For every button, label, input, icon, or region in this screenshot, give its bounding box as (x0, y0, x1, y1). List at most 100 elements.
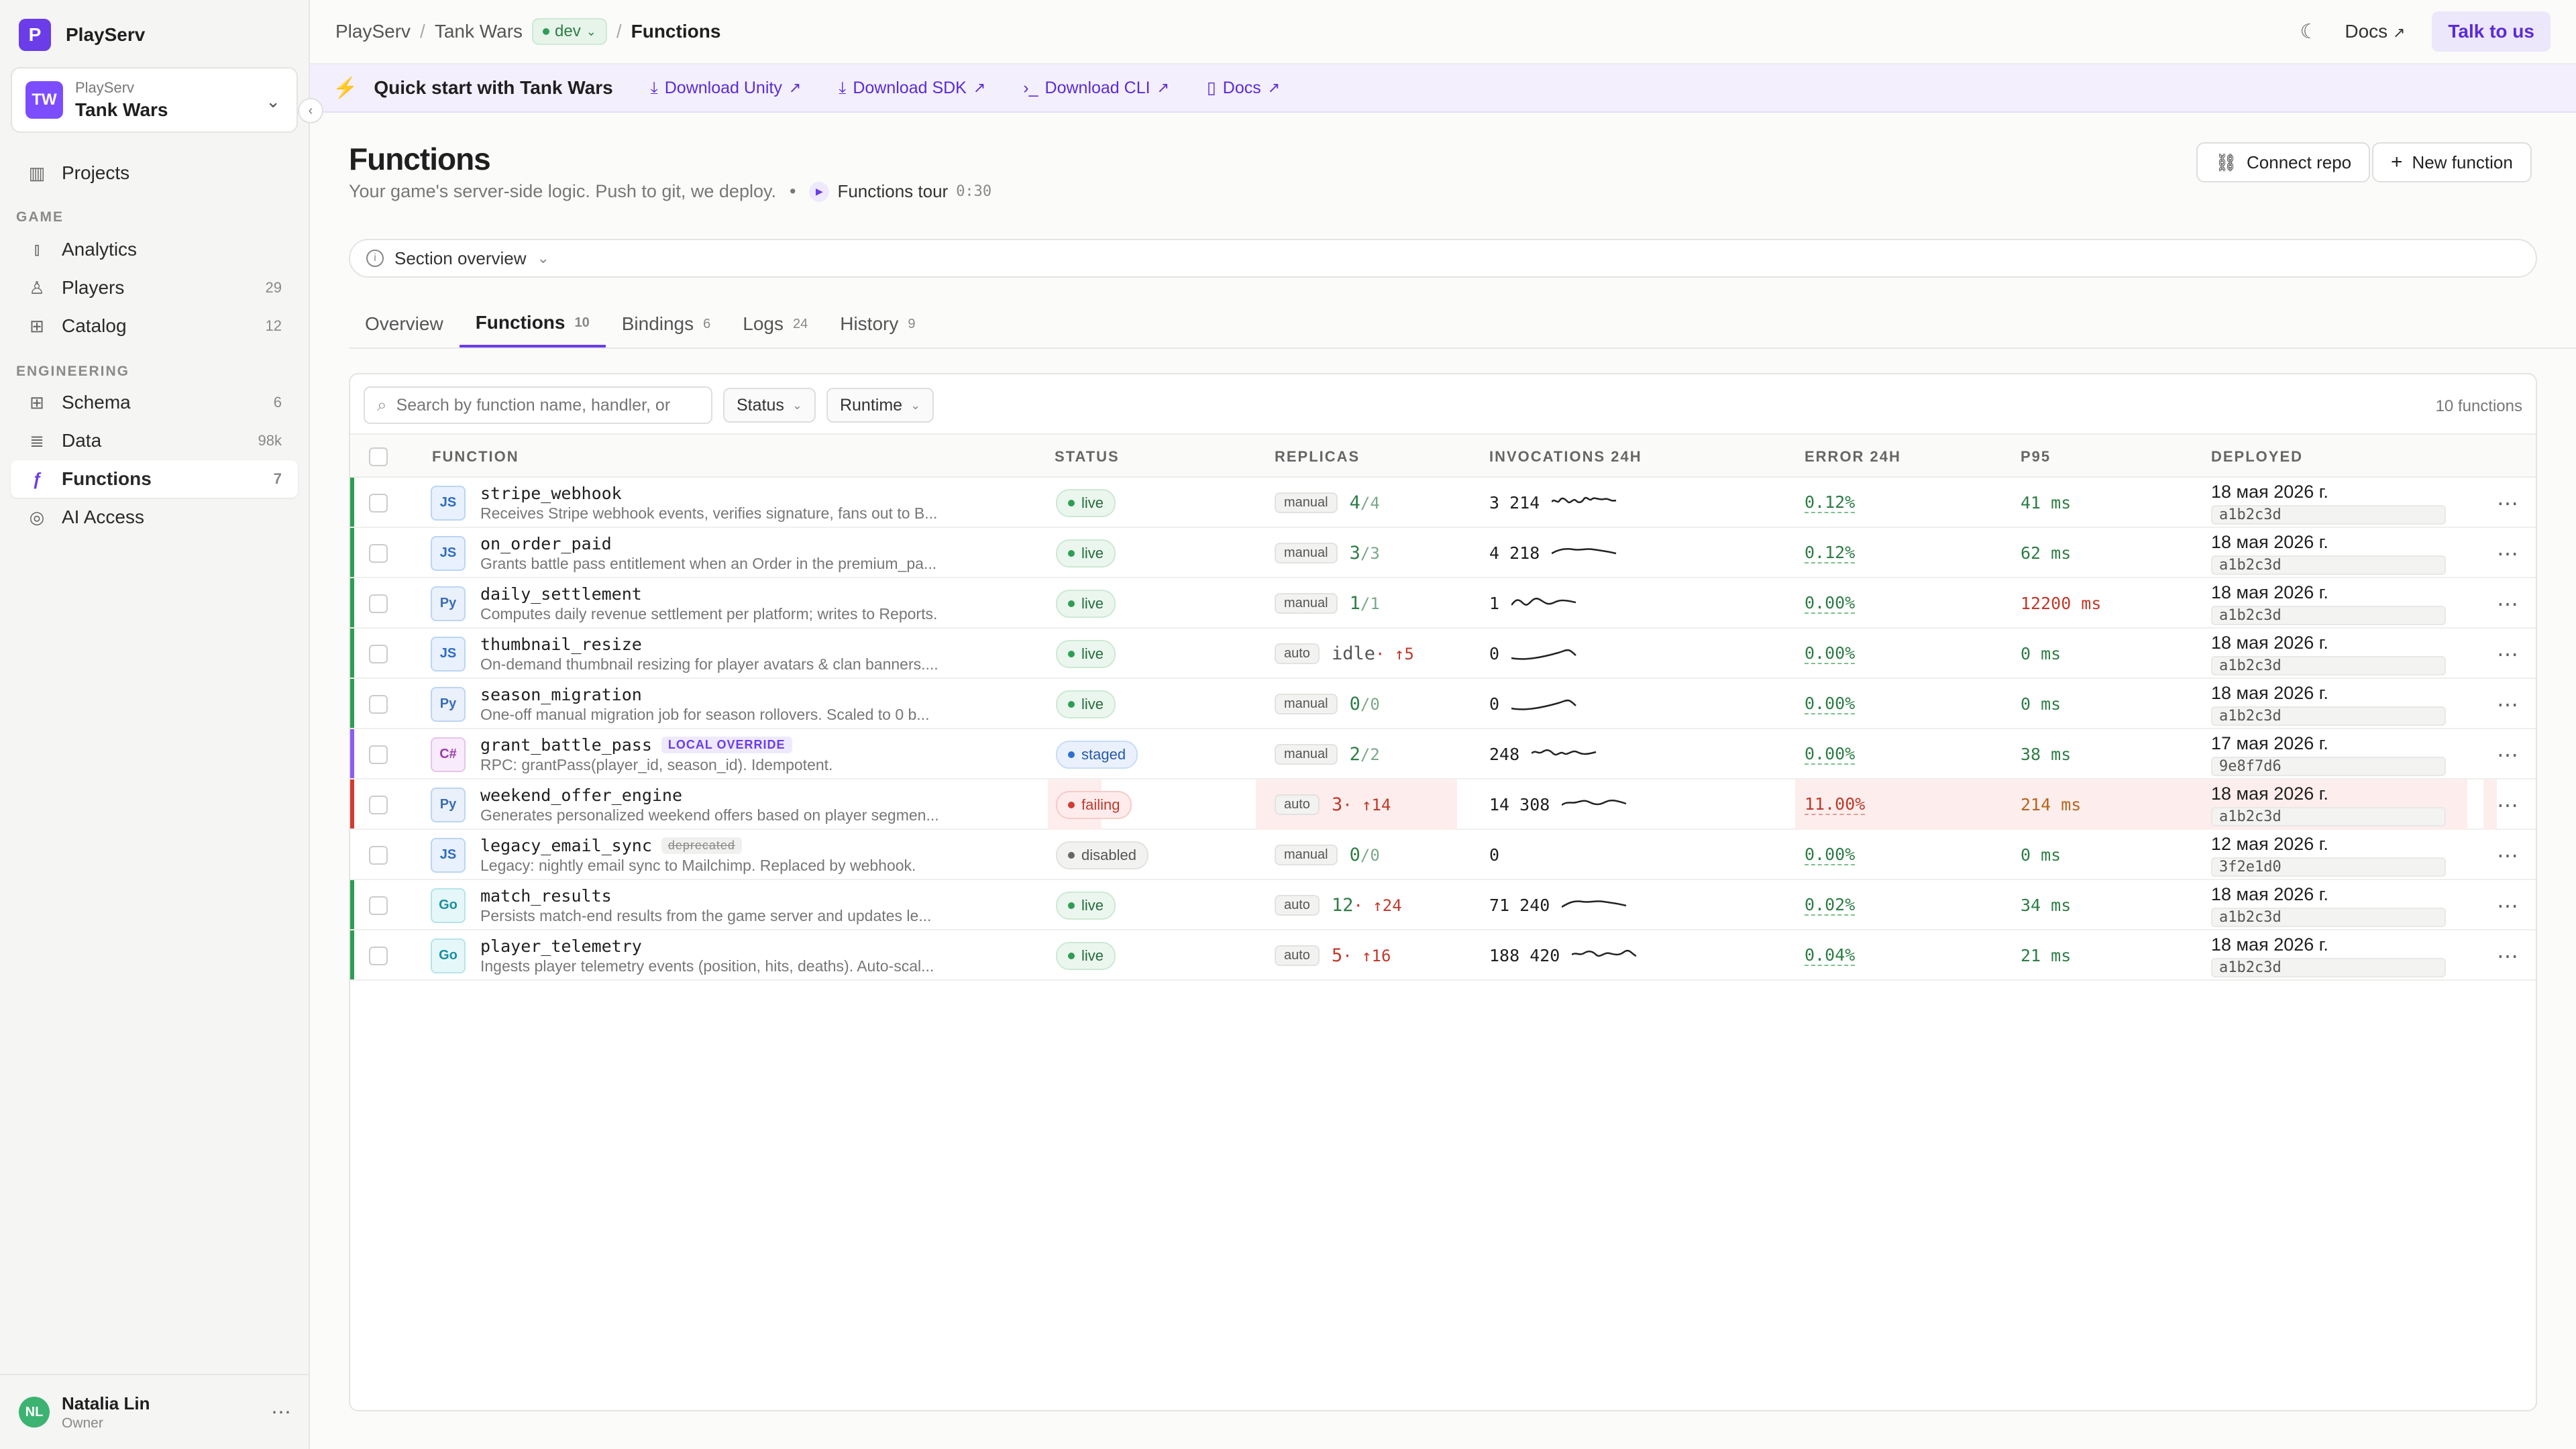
more-icon[interactable]: ⋯ (271, 1401, 291, 1424)
search-input[interactable] (396, 395, 692, 415)
env-selector[interactable]: dev ⌄ (532, 18, 607, 45)
col-p95[interactable]: P95 (2021, 435, 2051, 479)
function-cell[interactable]: stripe_webhook Receives Stripe webhook e… (480, 478, 937, 528)
function-cell[interactable]: player_telemetry Ingests player telemetr… (480, 930, 934, 981)
user-menu[interactable]: NL Natalia Lin Owner ⋯ (0, 1374, 310, 1449)
row-checkbox[interactable] (369, 745, 388, 764)
error-rate[interactable]: 0.00% (1805, 845, 1856, 865)
sidebar-item-catalog[interactable]: ⊞ Catalog 12 (11, 307, 298, 345)
commit-hash[interactable]: a1b2c3d (2211, 957, 2446, 977)
function-name[interactable]: weekend_offer_engine (480, 786, 682, 805)
download-sdk-link[interactable]: ⤓ Download SDK ↗ (839, 78, 985, 98)
error-rate[interactable]: 0.04% (1805, 945, 1856, 966)
function-name[interactable]: thumbnail_resize (480, 635, 642, 654)
tab-bindings[interactable]: Bindings 6 (606, 301, 727, 347)
commit-hash[interactable]: a1b2c3d (2211, 806, 2446, 826)
select-all-checkbox[interactable] (369, 447, 388, 466)
error-rate[interactable]: 11.00% (1805, 794, 1866, 815)
function-name[interactable]: daily_settlement (480, 584, 642, 604)
col-invocations[interactable]: INVOCATIONS 24H (1489, 435, 1642, 479)
more-icon[interactable]: ⋯ (2497, 843, 2518, 868)
more-icon[interactable]: ⋯ (2497, 792, 2518, 818)
moon-icon[interactable]: ☾ (2300, 20, 2318, 44)
error-rate[interactable]: 0.00% (1805, 643, 1856, 664)
table-row[interactable]: Go match_results Persists match-end resu… (350, 880, 2536, 930)
function-name[interactable]: grant_battle_pass (480, 735, 652, 755)
error-rate[interactable]: 0.12% (1805, 492, 1856, 513)
sidebar-item-analytics[interactable]: ⫾ Analytics (11, 231, 298, 268)
function-cell[interactable]: season_migration One-off manual migratio… (480, 679, 929, 729)
more-icon[interactable]: ⋯ (2497, 893, 2518, 918)
table-row[interactable]: JS legacy_email_sync deprecated Legacy: n… (350, 830, 2536, 880)
more-icon[interactable]: ⋯ (2497, 641, 2518, 667)
breadcrumb-org[interactable]: PlayServ (335, 21, 411, 42)
brand[interactable]: P PlayServ (19, 19, 145, 51)
table-row[interactable]: Py daily_settlement Computes daily reven… (350, 578, 2536, 629)
function-name[interactable]: match_results (480, 886, 612, 906)
tab-overview[interactable]: Overview (349, 301, 460, 347)
commit-hash[interactable]: a1b2c3d (2211, 504, 2446, 525)
commit-hash[interactable]: 9e8f7d6 (2211, 756, 2446, 776)
function-cell[interactable]: grant_battle_pass LOCAL OVERRIDE RPC: gra… (480, 729, 833, 780)
talk-to-us-button[interactable]: Talk to us (2432, 11, 2551, 52)
sidebar-item-players[interactable]: ♙ Players 29 (11, 269, 298, 307)
functions-tour-link[interactable]: ▶ Functions tour 0:30 (809, 181, 991, 202)
sidebar-item-projects[interactable]: ▥ Projects (11, 154, 298, 192)
tab-history[interactable]: History 9 (824, 301, 931, 347)
row-checkbox[interactable] (369, 543, 388, 563)
sidebar-item-functions[interactable]: ƒ Functions 7 (11, 460, 298, 498)
table-row[interactable]: JS on_order_paid Grants battle pass enti… (350, 528, 2536, 578)
function-cell[interactable]: weekend_offer_engine Generates personali… (480, 780, 939, 830)
sidebar-item-ai-access[interactable]: ◎ AI Access (11, 498, 298, 536)
sidebar-item-schema[interactable]: ⊞ Schema 6 (11, 384, 298, 421)
error-rate[interactable]: 0.12% (1805, 543, 1856, 564)
row-checkbox[interactable] (369, 644, 388, 663)
row-checkbox[interactable] (369, 694, 388, 714)
status-filter[interactable]: Status ⌄ (723, 388, 816, 423)
tab-functions[interactable]: Functions 10 (459, 301, 606, 347)
error-rate[interactable]: 0.00% (1805, 593, 1856, 614)
col-status[interactable]: STATUS (1055, 435, 1120, 479)
project-switcher[interactable]: TW PlayServ Tank Wars ⌄ (11, 67, 298, 133)
table-row[interactable]: Py season_migration One-off manual migra… (350, 679, 2536, 729)
collapse-sidebar-button[interactable]: ‹ (298, 98, 323, 123)
row-checkbox[interactable] (369, 795, 388, 814)
table-row[interactable]: Py weekend_offer_engine Generates person… (350, 780, 2536, 830)
function-name[interactable]: legacy_email_sync (480, 836, 652, 855)
row-checkbox[interactable] (369, 946, 388, 965)
row-checkbox[interactable] (369, 594, 388, 613)
function-cell[interactable]: thumbnail_resize On-demand thumbnail res… (480, 629, 938, 679)
section-overview-toggle[interactable]: i Section overview ⌄ (349, 239, 2537, 278)
more-icon[interactable]: ⋯ (2497, 541, 2518, 566)
commit-hash[interactable]: a1b2c3d (2211, 605, 2446, 625)
connect-repo-button[interactable]: ⛓ Connect repo (2196, 142, 2371, 182)
more-icon[interactable]: ⋯ (2497, 742, 2518, 767)
col-deployed[interactable]: DEPLOYED (2211, 435, 2303, 479)
commit-hash[interactable]: a1b2c3d (2211, 655, 2446, 676)
runtime-filter[interactable]: Runtime ⌄ (826, 388, 934, 423)
function-cell[interactable]: legacy_email_sync deprecated Legacy: nigh… (480, 830, 916, 880)
row-checkbox[interactable] (369, 896, 388, 915)
quickstart-docs-link[interactable]: ▯ Docs ↗ (1207, 78, 1280, 98)
function-name[interactable]: season_migration (480, 685, 642, 704)
function-name[interactable]: player_telemetry (480, 936, 642, 956)
commit-hash[interactable]: a1b2c3d (2211, 555, 2446, 575)
col-function[interactable]: FUNCTION (432, 435, 519, 479)
table-row[interactable]: JS thumbnail_resize On-demand thumbnail … (350, 629, 2536, 679)
download-unity-link[interactable]: ⤓ Download Unity ↗ (651, 78, 802, 98)
row-checkbox[interactable] (369, 493, 388, 513)
function-cell[interactable]: daily_settlement Computes daily revenue … (480, 578, 937, 629)
col-replicas[interactable]: REPLICAS (1275, 435, 1360, 479)
error-rate[interactable]: 0.00% (1805, 744, 1856, 765)
table-row[interactable]: JS stripe_webhook Receives Stripe webhoo… (350, 478, 2536, 528)
col-error[interactable]: ERROR 24H (1805, 435, 1901, 479)
row-checkbox[interactable] (369, 845, 388, 865)
breadcrumb-project[interactable]: Tank Wars (435, 21, 523, 42)
download-cli-link[interactable]: ›_ Download CLI ↗ (1023, 78, 1169, 98)
function-name[interactable]: on_order_paid (480, 534, 612, 553)
table-row[interactable]: C# grant_battle_pass LOCAL OVERRIDE RPC: … (350, 729, 2536, 780)
commit-hash[interactable]: a1b2c3d (2211, 907, 2446, 927)
tab-logs[interactable]: Logs 24 (727, 301, 824, 347)
more-icon[interactable]: ⋯ (2497, 490, 2518, 516)
sidebar-item-data[interactable]: ≣ Data 98k (11, 422, 298, 460)
